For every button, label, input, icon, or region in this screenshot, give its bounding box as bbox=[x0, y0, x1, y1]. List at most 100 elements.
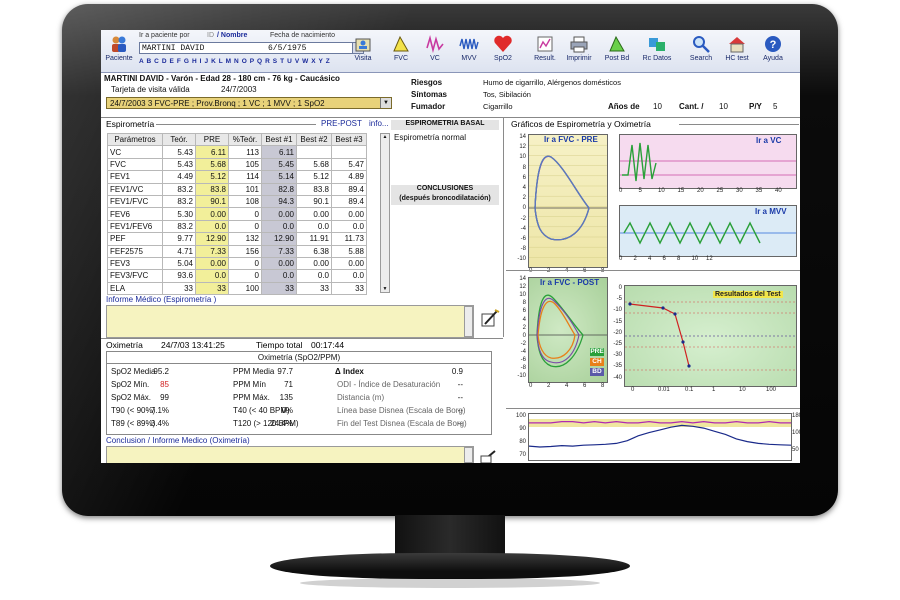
table-cell: 0 bbox=[228, 207, 262, 221]
alphabet-index[interactable]: A B C D E F G H I J K L M N O P Q R S T … bbox=[139, 58, 330, 65]
ir-mvv-link[interactable]: Ir a MVV bbox=[755, 207, 787, 216]
oximetry-strip[interactable] bbox=[528, 413, 792, 461]
table-row[interactable]: FEV6 5.30 0.00 0 0.00 0.00 0.00 bbox=[107, 207, 367, 221]
ayuda-label: Ayuda bbox=[763, 55, 783, 62]
table-cell: 5.43 bbox=[162, 157, 196, 172]
informe-textarea[interactable] bbox=[106, 305, 474, 338]
tick-label: 4 bbox=[522, 316, 526, 323]
table-row[interactable]: FEV1 4.49 5.12 114 5.14 5.12 4.89 bbox=[107, 170, 367, 184]
table-cell: 0 bbox=[228, 256, 262, 271]
ir-vc-link[interactable]: Ir a VC bbox=[756, 136, 781, 145]
home-test-icon bbox=[729, 37, 745, 53]
rc-datos-button[interactable]: Rc Datos bbox=[641, 32, 673, 70]
table-row[interactable]: FEV1/FVC 83.2 90.1 108 94.3 90.1 89.4 bbox=[107, 194, 367, 209]
search-by-label: Ir a paciente por bbox=[139, 32, 190, 39]
table-cell: 114 bbox=[228, 170, 262, 184]
table-row[interactable]: FEV1/FEV6 83.2 0.0 0 0.0 0.0 0.0 bbox=[107, 219, 367, 234]
result-button[interactable]: Result. bbox=[529, 32, 561, 70]
visita-button[interactable]: Visita bbox=[347, 32, 379, 70]
ir-fvc-pre-link[interactable]: Ir a FVC - PRE bbox=[544, 135, 598, 144]
table-cell: 0.0 bbox=[195, 219, 229, 234]
ayuda-button[interactable]: ? Ayuda bbox=[757, 32, 789, 70]
ir-fvc-post-link[interactable]: Ir a FVC - POST bbox=[540, 278, 599, 287]
table-cell: 7.33 bbox=[195, 244, 229, 258]
table-row[interactable]: PEF 9.77 12.90 132 12.90 11.91 11.73 bbox=[107, 232, 367, 246]
chevron-down-icon: ▼ bbox=[382, 286, 388, 292]
sintomas-label: Síntomas bbox=[411, 90, 448, 99]
paciente-label: Paciente bbox=[105, 55, 133, 62]
visit-select[interactable]: 24/7/2003 3 FVC-PRE ; Prov.Bronq ; 1 VC … bbox=[106, 97, 392, 109]
info-link[interactable]: info... bbox=[369, 119, 389, 128]
search-by-id[interactable]: ID bbox=[207, 32, 214, 39]
column-header: Teór. bbox=[162, 132, 196, 147]
result-point bbox=[681, 340, 685, 344]
data-transfer-icon bbox=[649, 38, 665, 51]
mvv-button[interactable]: MVV bbox=[453, 32, 485, 70]
anos-value: 10 bbox=[653, 102, 662, 111]
oxi-value: T90 (< 90%) bbox=[111, 406, 156, 415]
py-label: P/Y bbox=[749, 102, 762, 111]
oxi-value: PPM Máx. bbox=[233, 393, 270, 402]
fvc-pre-chart[interactable] bbox=[528, 134, 608, 268]
oxi-value: Fin del Test Disnea (Escala de Borg) bbox=[337, 419, 467, 428]
imprimir-button[interactable]: Imprimir bbox=[563, 32, 595, 70]
oxi-value: 97.7 bbox=[277, 367, 293, 376]
visit-icon bbox=[355, 38, 371, 52]
fvc-button[interactable]: FVC bbox=[385, 32, 417, 70]
monitor-neck bbox=[395, 515, 505, 555]
tick-label: 10 bbox=[519, 292, 526, 299]
visit-select-value: 24/7/2003 3 FVC-PRE ; Prov.Bronq ; 1 VC … bbox=[110, 99, 325, 108]
oxi-value: 135 bbox=[279, 393, 293, 402]
table-row[interactable]: FEV3/FVC 93.6 0.0 0 0.0 0.0 0.0 bbox=[107, 269, 367, 283]
riesgos-value: Humo de cigarrillo, Alérgenos domésticos bbox=[483, 78, 621, 87]
help-icon: ? bbox=[765, 36, 781, 52]
oxi-value: 71 bbox=[284, 380, 293, 389]
cant-value: 10 bbox=[719, 102, 728, 111]
table-cell: 0.00 bbox=[195, 256, 229, 271]
tick-label: 2 bbox=[547, 383, 551, 389]
table-cell: 0.00 bbox=[296, 256, 332, 271]
table-cell: 132 bbox=[228, 232, 262, 246]
vc-label: VC bbox=[430, 55, 440, 62]
vc-button[interactable]: VC bbox=[419, 32, 451, 70]
oxi-value: 85 bbox=[160, 380, 169, 389]
table-row[interactable]: FEV3 5.04 0.00 0 0.00 0.00 0.00 bbox=[107, 256, 367, 271]
post-bd-button[interactable]: Post Bd bbox=[601, 32, 633, 70]
table-row[interactable]: ELA 33 33 100 33 33 33 bbox=[107, 281, 367, 296]
table-cell: 33 bbox=[162, 281, 196, 296]
prepost-link[interactable]: PRE-POST bbox=[321, 119, 362, 128]
table-scrollbar[interactable]: ▲ ▼ bbox=[380, 133, 390, 293]
basal-title: ESPIROMETRIA BASAL bbox=[391, 120, 499, 130]
fvc-icon bbox=[393, 35, 409, 52]
patient-select[interactable]: MARTINI DAVID 6/5/1975 ▼ bbox=[139, 42, 364, 54]
informe-title: Informe Médico (Espirometría ) bbox=[106, 295, 217, 304]
sign-report-icon[interactable] bbox=[479, 308, 501, 330]
table-row[interactable]: VC 5.43 6.11 113 6.11 bbox=[107, 145, 367, 159]
tick-label: 0 bbox=[618, 285, 622, 291]
search-button[interactable]: Search bbox=[685, 32, 717, 70]
results-chart[interactable] bbox=[624, 285, 797, 387]
oxi-conclusion-textarea[interactable] bbox=[106, 446, 474, 463]
table-header: Parámetros Teór. PRE %Teór. Best #1 Best #2 Be… bbox=[107, 132, 367, 147]
tarjeta-value: 24/7/2003 bbox=[221, 85, 257, 94]
hc-test-button[interactable]: HC test bbox=[721, 32, 753, 70]
table-row[interactable]: FVC 5.43 5.68 105 5.45 5.68 5.47 bbox=[107, 157, 367, 172]
tick-label: 10 bbox=[658, 188, 665, 194]
search-by-name[interactable]: / Nombre bbox=[217, 32, 247, 39]
paciente-button[interactable]: Paciente bbox=[103, 32, 135, 70]
oxi-value: ODI - Índice de Desaturación bbox=[337, 380, 441, 389]
oxi-value: 7.1% bbox=[150, 406, 169, 415]
table-cell: 5.68 bbox=[296, 157, 332, 172]
spo2-button[interactable]: SpO2 bbox=[487, 32, 519, 70]
oxi-value: 0.9 bbox=[451, 367, 463, 376]
tick-label: -8 bbox=[520, 365, 526, 372]
table-row[interactable]: FEV1/VC 83.2 83.8 101 82.8 83.8 89.4 bbox=[107, 182, 367, 196]
patient-search: Ir a paciente por ID / Nombre Fecha de n… bbox=[139, 32, 369, 70]
tick-label: 30 bbox=[736, 188, 743, 194]
table-cell: 0.00 bbox=[261, 256, 297, 271]
tick-label: 2 bbox=[522, 195, 526, 202]
visita-label: Visita bbox=[354, 55, 372, 62]
tick-label: 15 bbox=[677, 188, 685, 194]
sign-report-icon[interactable] bbox=[479, 450, 501, 463]
table-row[interactable]: FEF2575 4.71 7.33 156 7.33 6.38 5.88 bbox=[107, 244, 367, 258]
